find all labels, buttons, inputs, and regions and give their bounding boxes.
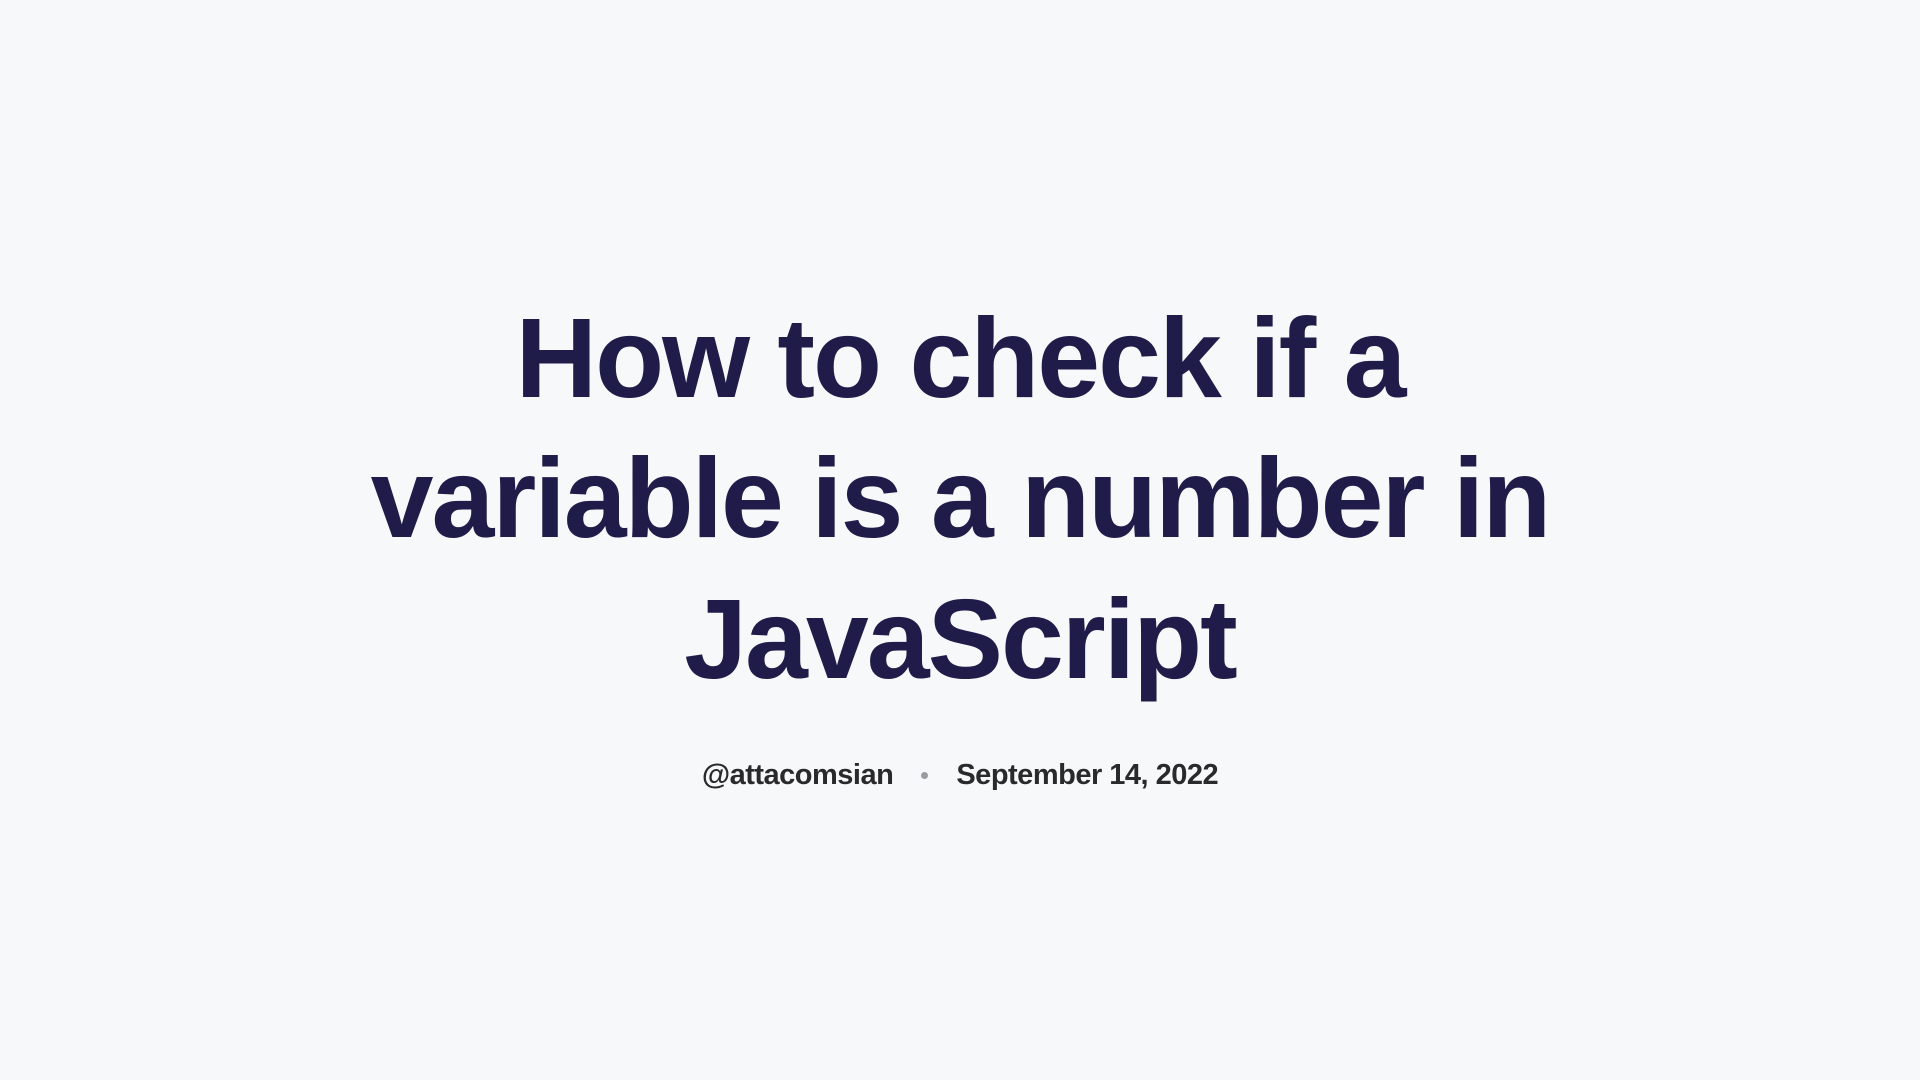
dot-separator-icon [921, 772, 928, 779]
publish-date: September 14, 2022 [956, 759, 1218, 792]
article-meta: @attacomsian September 14, 2022 [702, 759, 1218, 792]
article-title: How to check if a variable is a number i… [320, 288, 1600, 708]
author-handle: @attacomsian [702, 759, 894, 792]
article-header: How to check if a variable is a number i… [0, 288, 1920, 791]
